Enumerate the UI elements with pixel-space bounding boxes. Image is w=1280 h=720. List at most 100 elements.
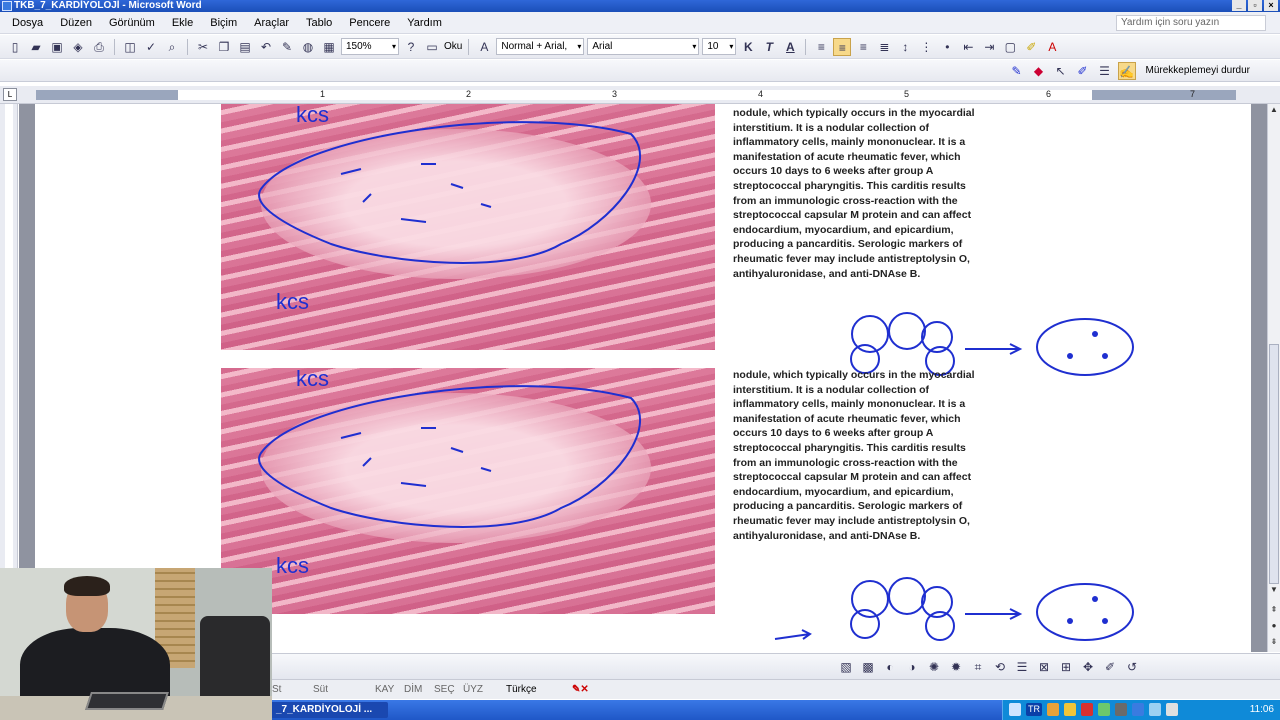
ink-pen-color-icon[interactable]: ✎ [1008, 62, 1026, 80]
more-brightness-icon[interactable]: ✺ [926, 658, 942, 676]
menu-duzen[interactable]: Düzen [60, 17, 92, 29]
contrast-icon[interactable]: ◐ [882, 658, 898, 676]
styles-icon[interactable]: A [475, 38, 493, 56]
menu-yardim[interactable]: Yardım [407, 17, 442, 29]
read-mode-icon[interactable]: ▭ [423, 38, 441, 56]
open-folder-icon[interactable]: ▰ [27, 38, 45, 56]
line-style-icon[interactable]: ☰ [1014, 658, 1030, 676]
save-icon[interactable]: ▣ [48, 38, 66, 56]
reset-picture-icon[interactable]: ↺ [1124, 658, 1140, 676]
vertical-scrollbar[interactable]: ▲ ▼ ⇞ ● ⇟ [1267, 104, 1280, 652]
menu-pencere[interactable]: Pencere [349, 17, 390, 29]
tray-app-icon[interactable] [1064, 703, 1076, 716]
status-track-changes[interactable]: DİM [404, 680, 422, 699]
browse-prev-icon[interactable]: ⇞ [1268, 604, 1280, 616]
underline-button[interactable]: A [781, 38, 799, 56]
text-wrap-icon[interactable]: ⊞ [1058, 658, 1074, 676]
crop-icon[interactable]: ⌗ [970, 658, 986, 676]
bold-button[interactable]: K [739, 38, 757, 56]
print-icon[interactable]: ⎙ [90, 38, 108, 56]
borders-icon[interactable]: ▢ [1001, 38, 1019, 56]
tray-network-icon[interactable] [1098, 703, 1110, 716]
highlight-icon[interactable]: ✐ [1022, 38, 1040, 56]
decrease-indent-icon[interactable]: ⇤ [959, 38, 977, 56]
tray-shield-icon[interactable] [1081, 703, 1093, 716]
scrollbar-thumb[interactable] [1269, 344, 1279, 584]
close-button[interactable]: × [1264, 0, 1278, 11]
italic-button[interactable]: T [760, 38, 778, 56]
browse-object-icon[interactable]: ● [1268, 620, 1280, 632]
menu-tablo[interactable]: Tablo [306, 17, 332, 29]
permission-icon[interactable]: ◈ [69, 38, 87, 56]
hyperlink-icon[interactable]: ◍ [299, 38, 317, 56]
font-color-icon[interactable]: A [1043, 38, 1061, 56]
line-spacing-icon[interactable]: ↕ [896, 38, 914, 56]
stop-inking-icon[interactable]: ✍ [1117, 61, 1136, 80]
increase-indent-icon[interactable]: ⇥ [980, 38, 998, 56]
ink-color-icon[interactable]: ✐ [1074, 62, 1092, 80]
align-right-icon[interactable]: ≡ [854, 38, 872, 56]
research-icon[interactable]: ⌕ [163, 38, 181, 56]
status-extend-selection[interactable]: SEÇ [434, 680, 455, 699]
brightness-icon[interactable]: ◑ [904, 658, 920, 676]
scroll-up-icon[interactable]: ▲ [1268, 104, 1280, 116]
spelling-icon[interactable]: ✓ [142, 38, 160, 56]
restore-button[interactable]: ▫ [1248, 0, 1262, 11]
eraser-icon[interactable]: ◆ [1030, 62, 1048, 80]
status-language[interactable]: Türkçe [506, 680, 537, 699]
font-select[interactable]: Arial ▾ [587, 38, 700, 55]
font-size-select[interactable]: 10 ▾ [702, 38, 737, 55]
justify-icon[interactable]: ≣ [875, 38, 893, 56]
tray-volume-icon[interactable] [1149, 703, 1161, 716]
menu-araclar[interactable]: Araçlar [254, 17, 289, 29]
read-mode-button[interactable]: Oku [444, 41, 462, 52]
language-indicator[interactable]: TR [1026, 703, 1042, 716]
taskbar-word-button[interactable]: _7_KARDİYOLOJİ ... [270, 702, 388, 718]
style-select[interactable]: Normal + Arial, ▾ [496, 38, 585, 55]
menu-bicim[interactable]: Biçim [210, 17, 237, 29]
horizontal-ruler[interactable]: L 1 2 3 4 5 6 7 [0, 86, 1280, 104]
copy-icon[interactable]: ❐ [215, 38, 233, 56]
minimize-button[interactable]: _ [1232, 0, 1246, 11]
rotate-icon[interactable]: ⟲ [992, 658, 1008, 676]
transparent-color-icon[interactable]: ✐ [1102, 658, 1118, 676]
help-icon[interactable]: ? [402, 38, 420, 56]
tray-app-icon[interactable] [1115, 703, 1127, 716]
menu-dosya[interactable]: Dosya [12, 17, 43, 29]
select-pointer-icon[interactable]: ↖ [1052, 62, 1070, 80]
menu-bar: Dosya Düzen Görünüm Ekle Biçim Araçlar T… [0, 12, 1280, 34]
menu-gorunum[interactable]: Görünüm [109, 17, 155, 29]
new-document-icon[interactable]: ▯ [6, 38, 24, 56]
spelling-status-icon[interactable]: ✎✕ [572, 680, 589, 699]
scroll-down-icon[interactable]: ▼ [1268, 584, 1280, 596]
status-record-macro[interactable]: KAY [375, 680, 394, 699]
status-overtype[interactable]: ÜYZ [463, 680, 483, 699]
browse-next-icon[interactable]: ⇟ [1268, 636, 1280, 648]
table-icon[interactable]: ▦ [320, 38, 338, 56]
compress-icon[interactable]: ⊠ [1036, 658, 1052, 676]
paste-icon[interactable]: ▤ [236, 38, 254, 56]
undo-icon[interactable]: ↶ [257, 38, 275, 56]
align-left-icon[interactable]: ≡ [812, 38, 830, 56]
ink-pen-icon[interactable]: ✎ [278, 38, 296, 56]
tray-battery-icon[interactable] [1166, 703, 1178, 716]
tray-bluetooth-icon[interactable] [1132, 703, 1144, 716]
print-preview-icon[interactable]: ◫ [121, 38, 139, 56]
format-picture-icon[interactable]: ✥ [1080, 658, 1096, 676]
numbering-icon[interactable]: ⋮ [917, 38, 935, 56]
bullets-icon[interactable]: • [938, 38, 956, 56]
color-picture-icon[interactable]: ▩ [860, 658, 876, 676]
line-weight-icon[interactable]: ☰ [1096, 62, 1114, 80]
zoom-select[interactable]: 150% ▾ [341, 38, 399, 55]
tab-selector[interactable]: L [3, 88, 17, 101]
stop-inking-button[interactable]: Mürekkeplemeyi durdur [1146, 65, 1251, 76]
align-center-icon[interactable]: ≡ [833, 37, 852, 56]
cut-icon[interactable]: ✂ [194, 38, 212, 56]
tray-pen-icon[interactable] [1009, 703, 1021, 716]
menu-ekle[interactable]: Ekle [172, 17, 193, 29]
insert-picture-icon[interactable]: ▧ [838, 658, 854, 676]
help-search-input[interactable]: Yardım için soru yazın [1116, 15, 1266, 31]
tray-app-icon[interactable] [1047, 703, 1059, 716]
less-brightness-icon[interactable]: ✹ [948, 658, 964, 676]
taskbar-clock[interactable]: 11:06 [1250, 700, 1274, 720]
